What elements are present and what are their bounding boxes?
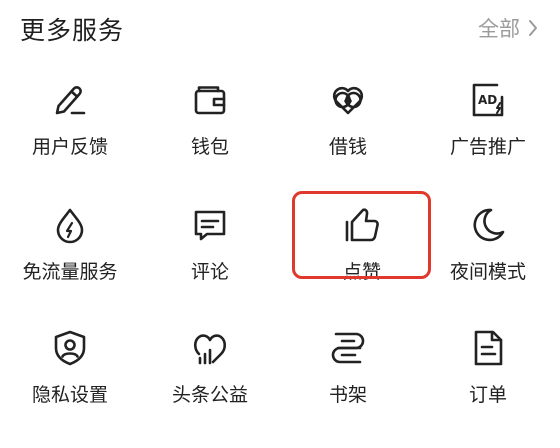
service-privacy-settings[interactable]: 隐私设置	[0, 328, 140, 428]
loan-heart-icon	[328, 80, 368, 120]
svg-text:AD: AD	[478, 93, 497, 107]
service-label: 评论	[190, 261, 229, 283]
service-user-feedback[interactable]: 用户反馈	[0, 80, 140, 180]
service-like[interactable]: 点赞	[292, 205, 432, 305]
service-label: 借钱	[328, 136, 367, 158]
service-night-mode[interactable]: 夜间模式	[418, 205, 558, 305]
moon-icon	[468, 205, 508, 245]
service-label: 订单	[468, 384, 507, 406]
privacy-shield-icon	[50, 328, 90, 368]
service-loan[interactable]: 借钱	[278, 80, 418, 180]
charity-heart-icon	[190, 328, 230, 368]
service-label: 免流量服务	[22, 261, 118, 283]
thumbs-up-icon	[342, 205, 382, 245]
service-comment[interactable]: 评论	[140, 205, 280, 305]
service-label: 书架	[328, 384, 367, 406]
wallet-icon	[190, 80, 230, 120]
order-document-icon	[468, 328, 508, 368]
service-label: 隐私设置	[31, 384, 108, 406]
service-ad-promotion[interactable]: AD 广告推广	[418, 80, 558, 180]
service-label: 广告推广	[449, 136, 526, 158]
pen-feedback-icon	[50, 80, 90, 120]
service-free-data[interactable]: 免流量服务	[0, 205, 140, 305]
service-wallet[interactable]: 钱包	[140, 80, 280, 180]
service-charity[interactable]: 头条公益	[140, 328, 280, 428]
service-label: 点赞	[342, 261, 381, 283]
service-label: 用户反馈	[31, 136, 108, 158]
service-label: 夜间模式	[449, 261, 526, 283]
service-label: 头条公益	[171, 384, 248, 406]
ad-promo-icon: AD	[468, 80, 508, 120]
service-orders[interactable]: 订单	[418, 328, 558, 428]
services-grid: 用户反馈 钱包 借钱 AD 广告推广 免流量服务 评论 点赞 夜间模式 隐私设置…	[0, 0, 560, 448]
service-label: 钱包	[190, 136, 229, 158]
bookshelf-icon	[328, 328, 368, 368]
data-drop-icon	[50, 205, 90, 245]
service-bookshelf[interactable]: 书架	[278, 328, 418, 428]
comment-icon	[190, 205, 230, 245]
